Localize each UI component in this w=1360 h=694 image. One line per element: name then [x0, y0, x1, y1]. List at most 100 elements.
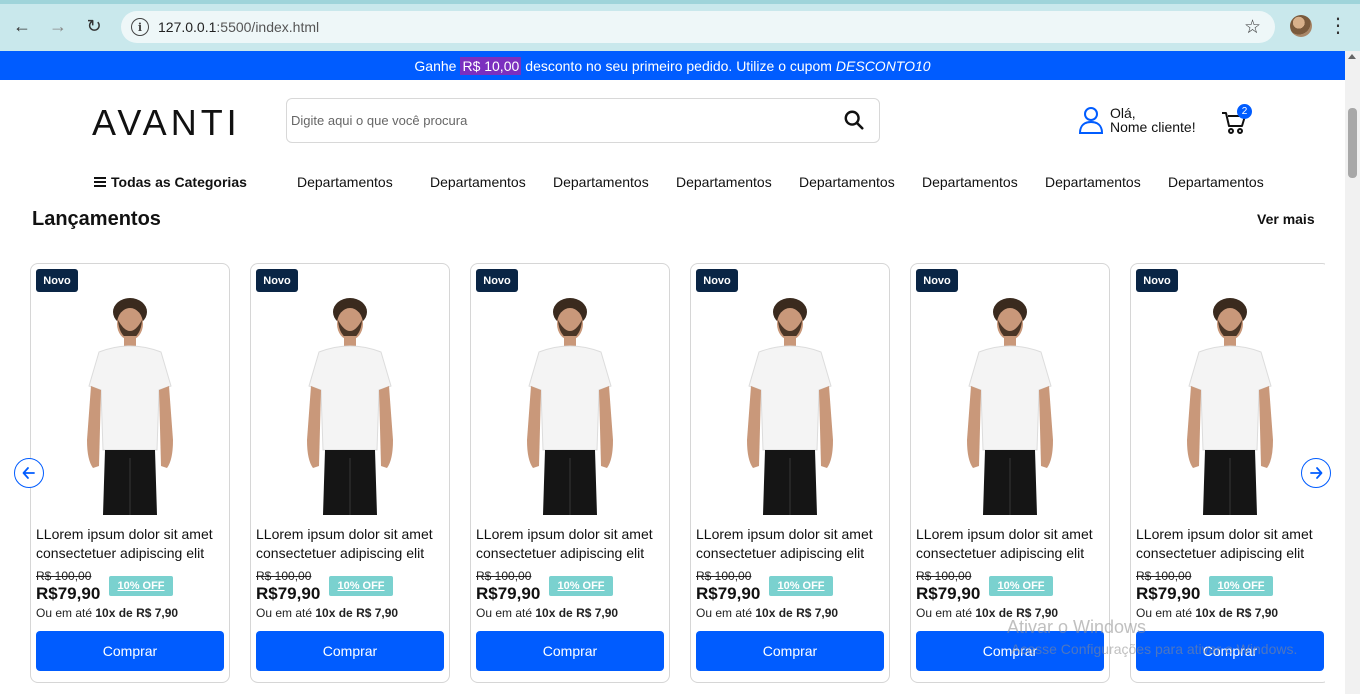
nav-department-7[interactable]: Departamentos — [1045, 174, 1141, 190]
discount-badge: 10% OFF — [329, 576, 393, 596]
nav-department-2[interactable]: Departamentos — [430, 174, 526, 190]
arrow-right-icon — [1310, 467, 1323, 479]
greeting-line-2: Nome cliente! — [1110, 119, 1196, 135]
reload-icon[interactable]: ↻ — [82, 14, 106, 38]
search-bar — [286, 98, 880, 143]
new-badge: Novo — [36, 269, 78, 292]
scroll-up-icon[interactable] — [1348, 54, 1356, 59]
buy-button[interactable]: Comprar — [256, 631, 444, 671]
new-badge: Novo — [696, 269, 738, 292]
nav-department-8[interactable]: Departamentos — [1168, 174, 1264, 190]
watermark-title: Ativar o Windows — [1007, 617, 1147, 637]
installments-text: Ou em até 10x de R$ 7,90 — [256, 606, 398, 620]
section-title: Lançamentos — [32, 208, 161, 230]
greeting-line-1: Olá, — [1110, 105, 1136, 121]
old-price: R$ 100,00 — [696, 569, 752, 583]
menu-icon — [94, 177, 106, 187]
nav-department-4[interactable]: Departamentos — [676, 174, 772, 190]
installments-prefix: Ou em até — [476, 606, 533, 620]
installments-prefix: Ou em até — [696, 606, 753, 620]
promo-text: desconto no seu primeiro pedido. Utilize… — [525, 57, 832, 74]
installments-prefix: Ou em até — [36, 606, 93, 620]
url-host: 127.0.0.1 — [158, 19, 217, 35]
nav-department-5[interactable]: Departamentos — [799, 174, 895, 190]
promo-prefix: Ganhe — [414, 57, 457, 74]
product-name[interactable]: LLorem ipsum dolor sit amet consectetuer… — [36, 525, 228, 563]
category-nav: Todas as Categorias Departamentos Depart… — [0, 174, 1345, 192]
product-card[interactable]: Novo LLorem ipsum dolor sit amet consect… — [470, 263, 670, 683]
discount-badge: 10% OFF — [769, 576, 833, 596]
discount-badge: 10% OFF — [549, 576, 613, 596]
promo-amount: R$ 10,00 — [460, 56, 522, 75]
product-image[interactable] — [1175, 290, 1285, 515]
account-link[interactable]: Olá, Nome cliente! — [1078, 106, 1196, 134]
product-price: R$79,90 — [1136, 584, 1201, 603]
profile-avatar[interactable] — [1290, 15, 1312, 37]
product-price: R$79,90 — [256, 584, 321, 603]
product-price: R$79,90 — [476, 584, 541, 603]
nav-department-3[interactable]: Departamentos — [553, 174, 649, 190]
carousel-next-button[interactable] — [1301, 458, 1331, 488]
user-icon — [1078, 107, 1104, 134]
installments-value: 10x de R$ 7,90 — [755, 606, 839, 620]
product-card[interactable]: Novo LLorem ipsum dolor sit amet consect… — [30, 263, 230, 683]
url-text[interactable]: 127.0.0.1:5500/index.html — [158, 19, 319, 35]
all-categories-menu[interactable]: Todas as Categorias — [94, 174, 247, 190]
search-icon[interactable] — [843, 109, 865, 131]
product-image[interactable] — [735, 290, 845, 515]
bookmark-star-icon[interactable]: ☆ — [1244, 16, 1261, 39]
windows-activation-watermark: Ativar o Windows Acesse Configurações pa… — [1007, 617, 1297, 657]
new-badge: Novo — [256, 269, 298, 292]
address-bar[interactable]: i 127.0.0.1:5500/index.html ☆ — [121, 11, 1275, 43]
site-info-icon[interactable]: i — [131, 18, 149, 36]
promo-banner: Ganhe R$ 10,00 desconto no seu primeiro … — [0, 51, 1345, 80]
promo-code: DESCONTO10 — [835, 57, 931, 74]
forward-icon[interactable]: → — [46, 14, 70, 38]
old-price: R$ 100,00 — [476, 569, 532, 583]
buy-button[interactable]: Comprar — [36, 631, 224, 671]
product-image[interactable] — [75, 290, 185, 515]
nav-department-1[interactable]: Departamentos — [297, 174, 393, 190]
product-image[interactable] — [295, 290, 405, 515]
product-name[interactable]: LLorem ipsum dolor sit amet consectetuer… — [696, 525, 888, 563]
product-name[interactable]: LLorem ipsum dolor sit amet consectetuer… — [916, 525, 1108, 563]
watermark-subtitle: Acesse Configurações para ativar o Windo… — [1011, 641, 1298, 657]
page-scrollbar[interactable] — [1345, 51, 1360, 694]
new-badge: Novo — [1136, 269, 1178, 292]
site-logo[interactable]: AVANTI — [92, 102, 241, 144]
product-price: R$79,90 — [696, 584, 761, 603]
back-icon[interactable]: ← — [10, 14, 34, 38]
search-input[interactable] — [291, 113, 811, 128]
product-image[interactable] — [515, 290, 625, 515]
installments-text: Ou em até 10x de R$ 7,90 — [36, 606, 178, 620]
scrollbar-thumb[interactable] — [1348, 108, 1357, 178]
user-greeting: Olá, Nome cliente! — [1110, 106, 1196, 134]
cart-count-badge: 2 — [1237, 104, 1252, 119]
product-price: R$79,90 — [916, 584, 981, 603]
buy-button[interactable]: Comprar — [476, 631, 664, 671]
nav-department-6[interactable]: Departamentos — [922, 174, 1018, 190]
installments-text: Ou em até 10x de R$ 7,90 — [696, 606, 838, 620]
product-name[interactable]: LLorem ipsum dolor sit amet consectetuer… — [476, 525, 668, 563]
installments-value: 10x de R$ 7,90 — [535, 606, 619, 620]
old-price: R$ 100,00 — [256, 569, 312, 583]
browser-menu-icon[interactable]: ⋮ — [1328, 14, 1348, 38]
product-price: R$79,90 — [36, 584, 101, 603]
installments-prefix: Ou em até — [256, 606, 313, 620]
installments-value: 10x de R$ 7,90 — [315, 606, 399, 620]
installments-prefix: Ou em até — [916, 606, 973, 620]
see-more-link[interactable]: Ver mais — [1257, 211, 1315, 227]
product-card[interactable]: Novo LLorem ipsum dolor sit amet consect… — [690, 263, 890, 683]
installments-value: 10x de R$ 7,90 — [95, 606, 179, 620]
cart-button[interactable]: 2 — [1220, 104, 1252, 136]
product-name[interactable]: LLorem ipsum dolor sit amet consectetuer… — [256, 525, 448, 563]
carousel-prev-button[interactable] — [14, 458, 44, 488]
all-categories-label: Todas as Categorias — [111, 174, 247, 190]
product-name[interactable]: LLorem ipsum dolor sit amet consectetuer… — [1136, 525, 1325, 563]
product-card[interactable]: Novo LLorem ipsum dolor sit amet consect… — [250, 263, 450, 683]
product-image[interactable] — [955, 290, 1065, 515]
installments-text: Ou em até 10x de R$ 7,90 — [476, 606, 618, 620]
discount-badge: 10% OFF — [989, 576, 1053, 596]
old-price: R$ 100,00 — [36, 569, 92, 583]
buy-button[interactable]: Comprar — [696, 631, 884, 671]
